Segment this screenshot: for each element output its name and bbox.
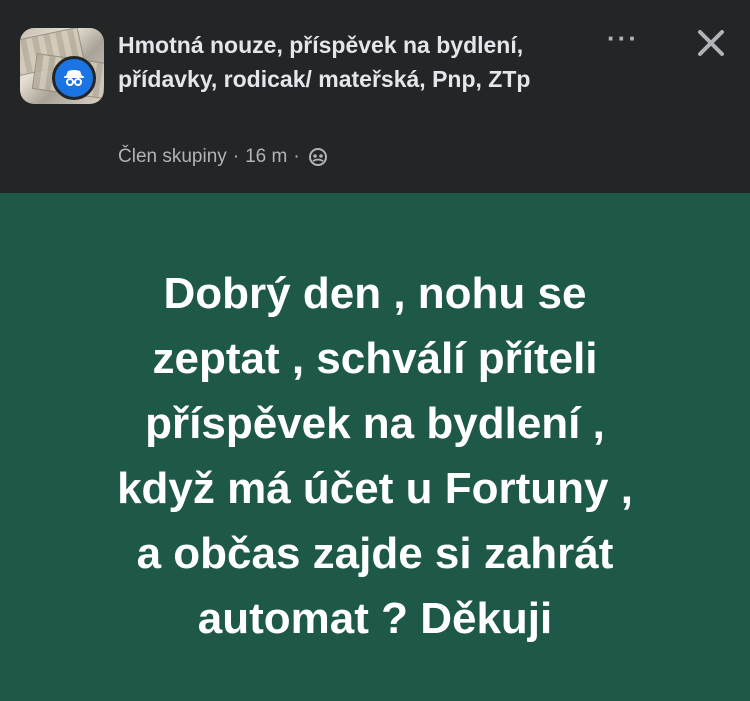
post-meta: Člen skupiny · 16 m · [118,143,328,171]
post-background: Dobrý den , nohu se zeptat , schválí pří… [0,193,750,701]
post-text-line: zeptat , schválí příteli [152,334,598,383]
post-header: Hmotná nouze, příspěvek na bydlení, příd… [0,0,750,193]
group-name-link[interactable]: Hmotná nouze, příspěvek na bydlení, příd… [118,28,538,96]
more-options-button[interactable]: ··· [600,25,646,56]
anonymous-member-icon [52,56,96,100]
post-text: Dobrý den , nohu se zeptat , schválí pří… [30,261,720,651]
author-role[interactable]: Člen skupiny [118,146,227,168]
post-text-line: když má účet u Fortuny , [117,464,633,513]
meta-separator: · [232,146,240,167]
post-text-line: automat ? Děkuji [197,594,553,643]
group-audience-icon[interactable] [308,147,328,167]
close-icon[interactable] [690,22,732,64]
post-time[interactable]: 16 m [245,146,287,168]
post-text-line: Dobrý den , nohu se [163,269,587,318]
post-view: Hmotná nouze, příspěvek na bydlení, příd… [0,0,750,701]
meta-separator: · [293,146,300,167]
post-text-line: a občas zajde si zahrát [136,529,614,578]
post-text-line: příspěvek na bydlení , [145,399,605,448]
